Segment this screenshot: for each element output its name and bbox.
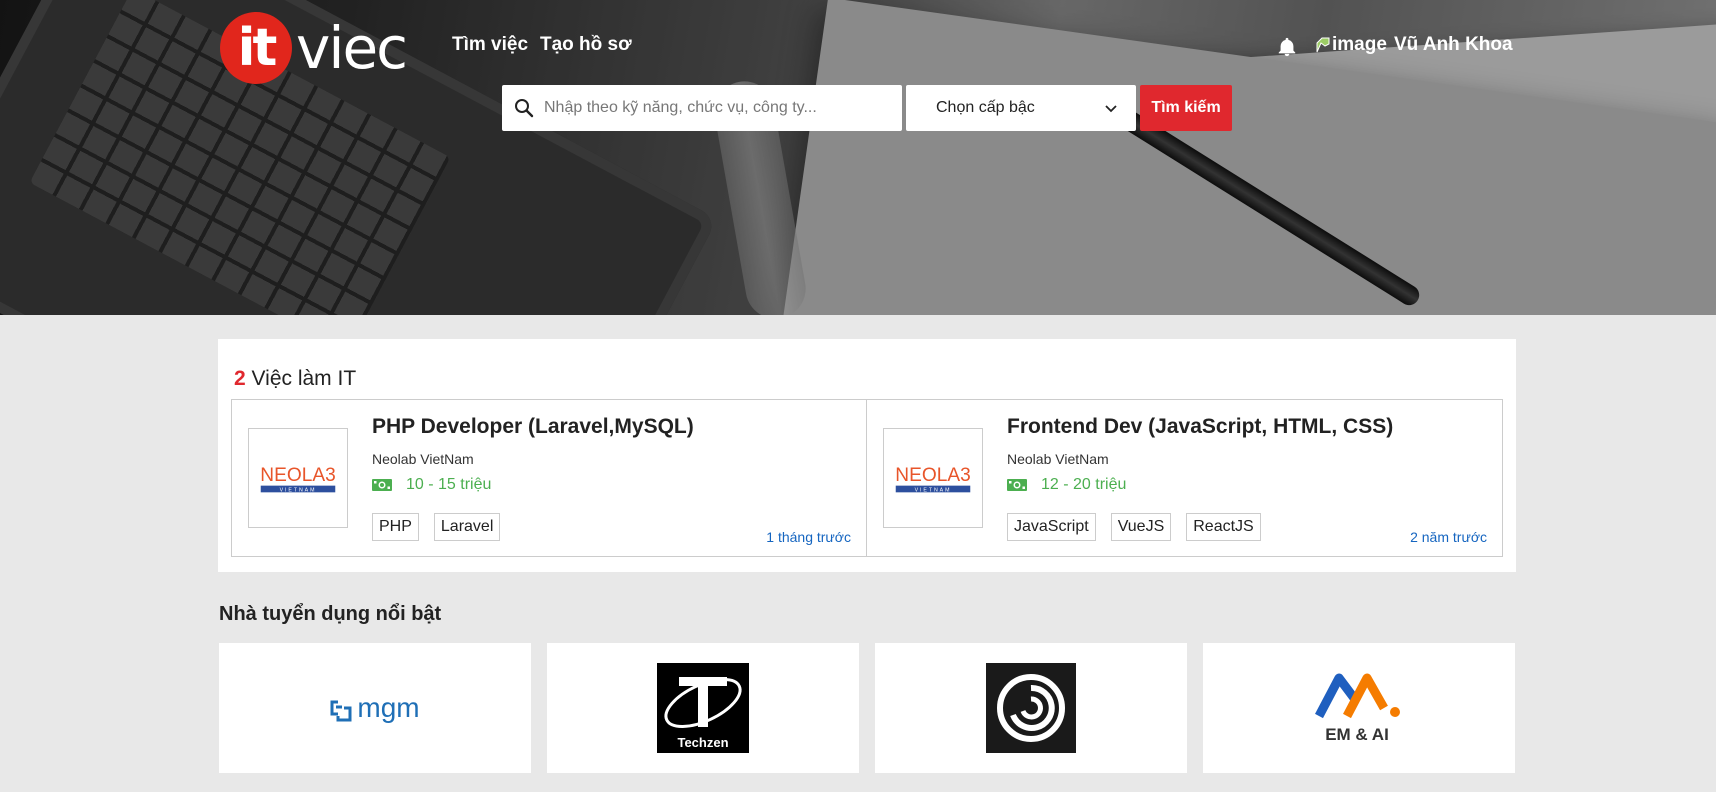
company-logo[interactable]: NEOLA3 VIETNAM xyxy=(248,428,348,528)
salary: 10 - 15 triệu xyxy=(372,476,491,494)
skill-tag[interactable]: ReactJS xyxy=(1186,513,1261,541)
mgm-logo-text: mgm xyxy=(357,692,420,723)
emai-logo-icon: EM & AI xyxy=(1315,673,1400,744)
chevron-down-icon xyxy=(1104,101,1118,115)
neolab-logo-icon: NEOLA3 VIETNAM xyxy=(260,465,335,494)
logo-viec: viec xyxy=(296,14,408,82)
ubisoft-swirl-logo-icon xyxy=(986,663,1076,753)
skill-tag[interactable]: PHP xyxy=(372,513,419,541)
employer-card-emai[interactable]: EM & AI xyxy=(1203,643,1515,773)
search-button[interactable]: Tìm kiếm xyxy=(1140,85,1232,131)
search-icon xyxy=(514,98,534,118)
techzen-logo-icon: Techzen xyxy=(657,663,749,753)
mgm-logo: mgm xyxy=(330,692,420,724)
skill-tags: JavaScript VueJS ReactJS xyxy=(1007,513,1261,541)
mgm-mark-icon xyxy=(330,697,352,722)
svg-text:VIETNAM: VIETNAM xyxy=(280,487,317,493)
company-name[interactable]: Neolab VietNam xyxy=(1007,451,1109,467)
level-select-label: Chọn cấp bậc xyxy=(936,99,1035,116)
username[interactable]: Vũ Anh Khoa xyxy=(1394,34,1513,56)
nav-create-profile[interactable]: Tạo hồ sơ xyxy=(540,34,632,56)
logo-it: it xyxy=(220,12,292,84)
employer-card-ubisoft[interactable] xyxy=(875,643,1187,773)
bell-icon[interactable] xyxy=(1276,36,1298,58)
money-icon xyxy=(372,477,392,493)
job-title[interactable]: PHP Developer (Laravel,MySQL) xyxy=(372,415,694,439)
skill-tag[interactable]: JavaScript xyxy=(1007,513,1096,541)
neolab-logo-icon: NEOLA3 VIETNAM xyxy=(895,465,970,494)
svg-text:NEOLA3: NEOLA3 xyxy=(895,465,970,486)
posted-time: 2 năm trước xyxy=(1410,529,1487,545)
search-input[interactable] xyxy=(534,86,902,130)
salary: 12 - 20 triệu xyxy=(1007,476,1126,494)
broken-image-icon xyxy=(1316,37,1330,53)
jobs-heading: 2 Việc làm IT xyxy=(234,367,356,391)
svg-text:NEOLA3: NEOLA3 xyxy=(260,465,335,486)
skill-tag[interactable]: Laravel xyxy=(433,513,501,541)
jobs-panel: 2 Việc làm IT NEOLA3 VIETNAM PHP Develop… xyxy=(218,339,1516,572)
job-card[interactable]: NEOLA3 VIETNAM Frontend Dev (JavaScript,… xyxy=(866,399,1503,557)
skill-tag[interactable]: VueJS xyxy=(1110,513,1172,541)
company-name[interactable]: Neolab VietNam xyxy=(372,451,474,467)
salary-range: 10 - 15 triệu xyxy=(406,476,492,493)
job-title[interactable]: Frontend Dev (JavaScript, HTML, CSS) xyxy=(1007,415,1393,439)
search-box xyxy=(502,85,902,131)
itviec-logo[interactable]: it viec xyxy=(220,10,408,86)
salary-range: 12 - 20 triệu xyxy=(1041,476,1127,493)
svg-text:Techzen: Techzen xyxy=(677,735,728,750)
job-card[interactable]: NEOLA3 VIETNAM PHP Developer (Laravel,My… xyxy=(231,399,867,557)
avatar-alt-text: image xyxy=(1332,34,1387,55)
employers-heading: Nhà tuyển dụng nổi bật xyxy=(219,603,442,625)
money-icon xyxy=(1007,477,1027,493)
skill-tags: PHP Laravel xyxy=(372,513,501,541)
employer-card-mgm[interactable]: mgm xyxy=(219,643,531,773)
svg-text:VIETNAM: VIETNAM xyxy=(915,487,952,493)
avatar[interactable]: image xyxy=(1316,34,1387,56)
posted-time: 1 tháng trước xyxy=(766,529,851,545)
company-logo[interactable]: NEOLA3 VIETNAM xyxy=(883,428,983,528)
jobs-heading-label: Việc làm IT xyxy=(251,367,357,390)
jobs-count: 2 xyxy=(234,367,246,390)
employer-card-techzen[interactable]: Techzen xyxy=(547,643,859,773)
level-select[interactable]: Chọn cấp bậc xyxy=(906,85,1136,131)
svg-text:EM & AI: EM & AI xyxy=(1325,725,1389,744)
nav-find-jobs[interactable]: Tìm việc xyxy=(452,34,528,56)
